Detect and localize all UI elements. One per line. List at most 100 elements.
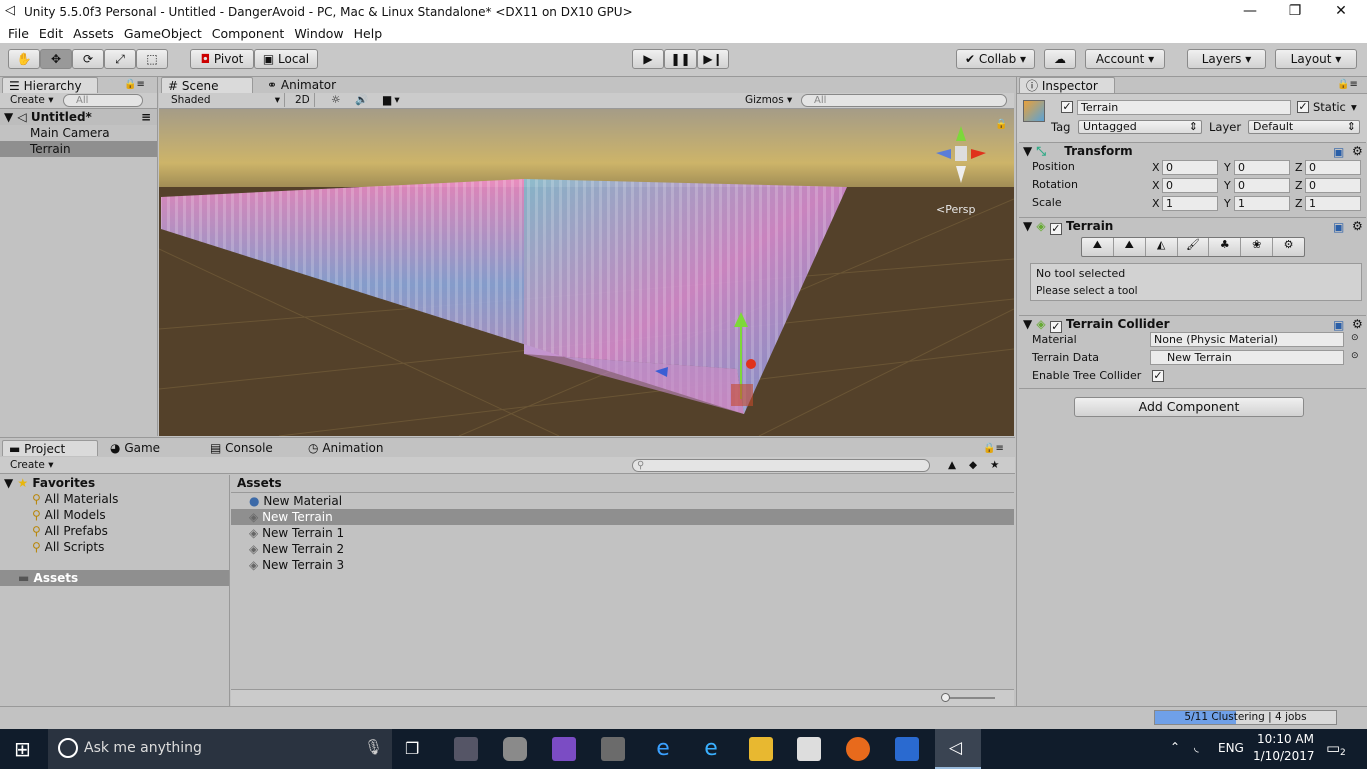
- hand-tool-button[interactable]: ✋: [8, 49, 40, 69]
- windows-start-icon[interactable]: ⊞: [14, 737, 31, 761]
- terrain-enabled-checkbox[interactable]: ✓: [1049, 223, 1062, 235]
- pause-button[interactable]: ❚❚: [664, 49, 697, 69]
- pivot-toggle[interactable]: ◘ Pivot: [190, 49, 254, 69]
- favorites-row[interactable]: ▼ ★ Favorites: [4, 475, 95, 491]
- asset-new-terrain-3[interactable]: ◈ New Terrain 3: [231, 557, 1014, 573]
- active-checkbox[interactable]: ✓: [1061, 101, 1073, 113]
- visual-studio-icon[interactable]: [552, 737, 576, 761]
- object-name-field[interactable]: Terrain: [1077, 100, 1291, 115]
- terrain-collider-header[interactable]: ▼ ◈ ✓ Terrain Collider ▣ ⚙: [1019, 315, 1366, 333]
- tree-collider-checkbox[interactable]: ✓: [1152, 370, 1164, 382]
- edge-browser-icon[interactable]: e: [651, 737, 675, 761]
- task-view-icon[interactable]: ❐: [405, 739, 419, 758]
- microphone-icon[interactable]: 🎙: [364, 738, 383, 756]
- tab-console[interactable]: ▤ Console: [204, 440, 294, 456]
- favorite-all-materials[interactable]: ⚲ All Materials: [32, 491, 118, 507]
- lock-icon[interactable]: 🔒≡: [124, 79, 145, 90]
- rotate-tool-button[interactable]: ⟳: [72, 49, 104, 69]
- scene-menu-icon[interactable]: ≡: [141, 109, 151, 125]
- position-y-field[interactable]: 0: [1234, 160, 1290, 175]
- paint-texture-icon[interactable]: 🖌: [1178, 238, 1210, 256]
- database-app-icon[interactable]: [503, 737, 527, 761]
- scene-viewport[interactable]: 🔒 <Persp: [159, 109, 1014, 436]
- calendar-app-icon[interactable]: [454, 737, 478, 761]
- maximize-button[interactable]: ❐: [1272, 0, 1318, 23]
- hierarchy-item-main-camera[interactable]: Main Camera: [0, 125, 157, 141]
- move-tool-button[interactable]: ✥: [40, 49, 72, 69]
- cortana-search-box[interactable]: Ask me anything 🎙: [48, 729, 392, 769]
- settings-gear-icon[interactable]: ⚙: [1352, 143, 1363, 160]
- inspector-lock-icon[interactable]: 🔒≡: [1337, 79, 1358, 90]
- physic-material-field[interactable]: None (Physic Material): [1150, 332, 1344, 347]
- object-picker-icon[interactable]: ⊙: [1351, 351, 1359, 361]
- paint-details-icon[interactable]: ❀: [1241, 238, 1274, 256]
- gizmos-dropdown[interactable]: Gizmos ▾: [741, 93, 796, 107]
- raise-lower-icon[interactable]: ⛰: [1082, 238, 1114, 256]
- asset-new-terrain-1[interactable]: ◈ New Terrain 1: [231, 525, 1014, 541]
- filter-label-icon[interactable]: ◆: [965, 458, 981, 472]
- hierarchy-create-button[interactable]: Create ▾: [6, 93, 58, 107]
- account-dropdown[interactable]: Account ▾: [1085, 49, 1165, 69]
- tab-animation[interactable]: ◷ Animation: [302, 440, 402, 456]
- scale-z-field[interactable]: 1: [1305, 196, 1361, 211]
- tray-chevron-icon[interactable]: ⌃: [1170, 740, 1180, 754]
- static-dropdown-icon[interactable]: ▾: [1351, 100, 1357, 114]
- network-icon[interactable]: ◟: [1194, 740, 1199, 754]
- language-indicator[interactable]: ENG: [1218, 741, 1244, 755]
- project-search-input[interactable]: ⚲: [632, 459, 930, 472]
- hierarchy-item-terrain[interactable]: Terrain: [0, 141, 157, 157]
- terrain-component-header[interactable]: ▼ ◈ ✓ Terrain ▣ ⚙: [1019, 217, 1366, 235]
- action-center-icon[interactable]: ▭: [1326, 739, 1340, 757]
- close-button[interactable]: ✕: [1318, 0, 1364, 23]
- tools-app-icon[interactable]: [601, 737, 625, 761]
- assets-folder-row[interactable]: ▬ Assets: [0, 570, 229, 586]
- menu-window[interactable]: Window: [294, 26, 343, 41]
- layers-dropdown[interactable]: Layers ▾: [1187, 49, 1266, 69]
- asset-new-material[interactable]: ● New Material: [231, 493, 1014, 509]
- scene-orientation-gizmo[interactable]: [931, 121, 991, 187]
- unity-taskbar-button[interactable]: ◁: [935, 729, 981, 769]
- position-x-field[interactable]: 0: [1162, 160, 1218, 175]
- help-icon[interactable]: ▣: [1333, 219, 1344, 236]
- firefox-icon[interactable]: [846, 737, 870, 761]
- persp-label[interactable]: <Persp: [936, 203, 975, 216]
- scale-y-field[interactable]: 1: [1234, 196, 1290, 211]
- add-component-button[interactable]: Add Component: [1074, 397, 1304, 417]
- tab-hierarchy[interactable]: ☰ Hierarchy: [2, 77, 98, 93]
- project-lock-icon[interactable]: 🔒≡: [983, 443, 1004, 454]
- terrain-settings-icon[interactable]: ⚙: [1273, 238, 1304, 256]
- play-button[interactable]: ▶: [632, 49, 664, 69]
- 2d-toggle[interactable]: 2D: [291, 93, 315, 107]
- tab-scene[interactable]: # Scene: [161, 77, 253, 93]
- internet-explorer-icon[interactable]: e: [699, 737, 723, 761]
- position-z-field[interactable]: 0: [1305, 160, 1361, 175]
- shading-dropdown[interactable]: Shaded ▾: [167, 93, 285, 107]
- lighting-toggle-icon[interactable]: ☼: [327, 93, 344, 107]
- tag-dropdown[interactable]: Untagged ⇕: [1078, 120, 1202, 134]
- collider-enabled-checkbox[interactable]: ✓: [1049, 321, 1062, 333]
- cloud-button[interactable]: ☁: [1044, 49, 1076, 69]
- rect-tool-button[interactable]: ⬚: [136, 49, 168, 69]
- place-trees-icon[interactable]: ♣: [1209, 238, 1242, 256]
- favorite-all-models[interactable]: ⚲ All Models: [32, 507, 106, 523]
- filter-type-icon[interactable]: ▲: [944, 458, 960, 472]
- settings-gear-icon[interactable]: ⚙: [1352, 316, 1363, 333]
- menu-file[interactable]: File: [8, 26, 29, 41]
- asset-new-terrain[interactable]: ◈ New Terrain: [231, 509, 1014, 525]
- asset-new-terrain-2[interactable]: ◈ New Terrain 2: [231, 541, 1014, 557]
- minimize-button[interactable]: —: [1227, 0, 1273, 23]
- menu-help[interactable]: Help: [354, 26, 383, 41]
- favorite-all-scripts[interactable]: ⚲ All Scripts: [32, 539, 104, 555]
- rotation-z-field[interactable]: 0: [1305, 178, 1361, 193]
- menu-gameobject[interactable]: GameObject: [124, 26, 202, 41]
- scale-x-field[interactable]: 1: [1162, 196, 1218, 211]
- rotation-y-field[interactable]: 0: [1234, 178, 1290, 193]
- collab-dropdown[interactable]: ✔ Collab ▾: [956, 49, 1035, 69]
- tab-inspector[interactable]: ⓘ Inspector: [1019, 77, 1115, 93]
- tab-game[interactable]: ◕ Game: [104, 440, 194, 456]
- project-create-button[interactable]: Create ▾: [6, 458, 58, 472]
- menu-component[interactable]: Component: [212, 26, 285, 41]
- scene-search-input[interactable]: All: [801, 94, 1007, 107]
- audio-toggle-icon[interactable]: 🔊: [351, 93, 372, 107]
- rotation-x-field[interactable]: 0: [1162, 178, 1218, 193]
